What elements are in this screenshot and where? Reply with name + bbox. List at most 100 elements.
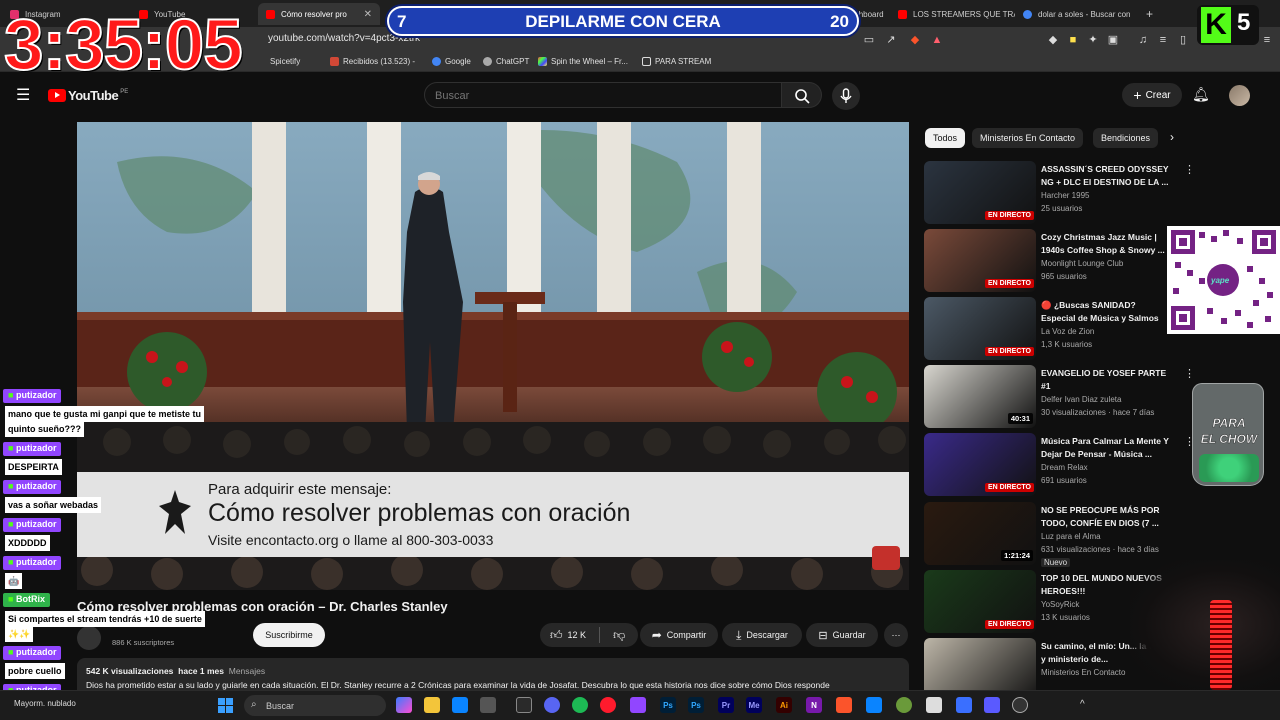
more-options-icon[interactable]: ⋮ xyxy=(1184,367,1195,380)
file-explorer-icon[interactable] xyxy=(424,697,440,713)
spotify-icon[interactable] xyxy=(572,697,588,713)
recommendation-channel[interactable]: Luz para el Alma xyxy=(1041,532,1101,541)
premiere-icon[interactable]: Pr xyxy=(718,697,734,713)
brave-icon[interactable] xyxy=(836,697,852,713)
save-button[interactable]: ⊟ Guardar xyxy=(806,623,878,647)
obs-icon[interactable] xyxy=(516,697,532,713)
goal-target: 20 xyxy=(830,12,849,31)
recommendation-channel[interactable]: YoSoyRick xyxy=(1041,600,1079,609)
screenshot-icon[interactable]: ▣ xyxy=(1106,33,1120,47)
store-icon[interactable] xyxy=(480,697,496,713)
avatar[interactable] xyxy=(1229,85,1250,106)
new-tab-button[interactable]: + xyxy=(1142,3,1162,25)
share-icon[interactable]: ↗ xyxy=(884,33,898,47)
recommendation-channel[interactable]: Delfer Ivan Diaz zuleta xyxy=(1041,395,1121,404)
recommendation-channel[interactable]: Harcher 1995 xyxy=(1041,191,1089,200)
recommendation-thumbnail[interactable]: EN DIRECTO xyxy=(924,161,1036,224)
recommendation-channel[interactable]: Moonlight Lounge Club xyxy=(1041,259,1123,268)
notepad-icon[interactable] xyxy=(926,697,942,713)
brave-shield-icon[interactable]: ◆ xyxy=(908,33,922,47)
chip-ministerios[interactable]: Ministerios En Contacto xyxy=(972,128,1084,148)
media-encoder-icon[interactable]: Me xyxy=(746,697,762,713)
recommendation-thumbnail[interactable]: EN DIRECTO xyxy=(924,570,1036,633)
recommendation-thumbnail[interactable]: EN DIRECTO xyxy=(924,297,1036,360)
copilot-icon[interactable] xyxy=(396,697,412,713)
channel-watermark-icon[interactable] xyxy=(872,546,900,570)
chevron-up-icon[interactable]: ^ xyxy=(1080,699,1085,710)
recommendation-channel[interactable]: La Voz de Zion xyxy=(1041,327,1094,336)
extension-icon[interactable]: ◆ xyxy=(1046,33,1060,47)
channel-avatar[interactable] xyxy=(77,626,101,650)
share-button[interactable]: ➦ Compartir xyxy=(640,623,718,647)
recommendation-channel[interactable]: Ministerios En Contacto xyxy=(1041,668,1125,677)
edge-icon[interactable] xyxy=(452,697,468,713)
photos-icon[interactable] xyxy=(866,697,882,713)
recommendation-item[interactable]: EN DIRECTO ASSASSIN´S CREED ODYSSEY NG + … xyxy=(924,161,1272,225)
chevron-right-icon[interactable]: › xyxy=(1170,130,1174,144)
opera-icon[interactable] xyxy=(600,697,616,713)
puzzle-icon[interactable]: ✦ xyxy=(1086,33,1100,47)
search-box[interactable] xyxy=(424,82,782,108)
settings-icon[interactable] xyxy=(1012,697,1028,713)
app-icon[interactable] xyxy=(956,697,972,713)
notifications-bell-icon[interactable]: 🔔︎ xyxy=(1192,86,1210,103)
menu-icon[interactable]: ≡ xyxy=(1260,33,1274,47)
hashtag-link[interactable]: Mensajes xyxy=(229,666,265,676)
twitch-icon[interactable] xyxy=(630,697,646,713)
more-actions-button[interactable]: ⋯ xyxy=(884,623,908,647)
bookmark-gmail[interactable]: Recibidos (13.523) - xyxy=(330,57,415,66)
taskbar-search[interactable]: ⌕ Buscar xyxy=(244,695,386,716)
recommendation-thumbnail[interactable]: EN DIRECTO xyxy=(924,433,1036,496)
recommendation-title[interactable]: NO SE PREOCUPE MÁS POR TODO, CONFÍE EN D… xyxy=(1041,504,1171,530)
reading-list-icon[interactable]: ≡ xyxy=(1156,33,1170,47)
more-options-icon[interactable]: ⋮ xyxy=(1184,163,1195,176)
search-input[interactable] xyxy=(435,88,765,104)
photoshop-icon[interactable]: Ps xyxy=(660,697,676,713)
chip-bendiciones[interactable]: Bendiciones xyxy=(1093,128,1159,148)
bookmark-google[interactable]: Google xyxy=(432,57,471,66)
search-button[interactable] xyxy=(782,82,822,108)
onenote-icon[interactable]: N xyxy=(806,697,822,713)
recommendation-title[interactable]: Música Para Calmar La Mente Y Dejar De P… xyxy=(1041,435,1171,461)
hamburger-menu-icon[interactable]: ☰ xyxy=(16,85,30,105)
app-icon[interactable] xyxy=(896,697,912,713)
recommendation-item[interactable]: 1:21:24 NO SE PREOCUPE MÁS POR TODO, CONF… xyxy=(924,502,1272,567)
download-button[interactable]: ⤓ Descargar xyxy=(722,623,802,647)
bookmark-spicetify[interactable]: Spicetify xyxy=(270,57,300,66)
sidebar-icon[interactable]: ▯ xyxy=(1176,33,1190,47)
weather-widget[interactable]: Mayorm. nublado xyxy=(14,699,76,708)
recommendation-thumbnail[interactable]: EN DIRECTO xyxy=(924,229,1036,292)
notes-extension-icon[interactable]: ■ xyxy=(1066,33,1080,47)
recommendation-title[interactable]: Cozy Christmas Jazz Music | 1940s Coffee… xyxy=(1041,231,1171,257)
bookmark-folder-stream[interactable]: PARA STREAM xyxy=(642,57,711,66)
create-button[interactable]: + Crear xyxy=(1122,83,1182,107)
music-icon[interactable]: ♫ xyxy=(1136,33,1150,47)
discord-icon[interactable] xyxy=(544,697,560,713)
voice-search-button[interactable] xyxy=(832,82,860,110)
tab-current-video[interactable]: Cómo resolver pro ✕ xyxy=(258,3,380,25)
brave-rewards-icon[interactable]: ▲ xyxy=(930,33,944,47)
windows-start-icon[interactable] xyxy=(218,698,233,713)
recommendation-channel[interactable]: Dream Relax xyxy=(1041,463,1088,472)
recommendation-title[interactable]: ASSASSIN´S CREED ODYSSEY NG + DLC El DES… xyxy=(1041,163,1171,189)
recommendation-thumbnail[interactable]: 1:21:24 xyxy=(924,502,1036,565)
photoshop-beta-icon[interactable]: Ps xyxy=(688,697,704,713)
illustrator-icon[interactable]: Ai xyxy=(776,697,792,713)
bookmark-spin-wheel[interactable]: Spin the Wheel – Fr... xyxy=(538,57,628,66)
chat-message: mano que te gusta mi ganpi que te metist… xyxy=(5,406,205,422)
tab-streamers[interactable]: LOS STREAMERS QUE TRA xyxy=(890,3,1015,25)
cast-icon[interactable]: ▭ xyxy=(862,33,876,47)
recommendation-title[interactable]: 🔴 ¿Buscas SANIDAD? Especial de Música y … xyxy=(1041,299,1171,325)
recommendation-thumbnail[interactable]: 40:31 xyxy=(924,365,1036,428)
close-tab-icon[interactable]: ✕ xyxy=(364,9,372,20)
bookmark-chatgpt[interactable]: ChatGPT xyxy=(483,57,529,66)
chip-todos[interactable]: Todos xyxy=(925,128,966,148)
like-button[interactable]: 👍︎ 12 K xyxy=(550,628,586,643)
subscribe-button[interactable]: Suscribirme xyxy=(253,623,325,647)
tab-dolar-soles[interactable]: dolar a soles - Buscar con xyxy=(1015,3,1140,25)
recommendation-title[interactable]: EVANGELIO DE YOSEF PARTE #1 xyxy=(1041,367,1171,393)
dislike-button[interactable]: 👎︎ xyxy=(613,628,625,643)
app-icon[interactable] xyxy=(984,697,1000,713)
youtube-logo[interactable]: YouTube PE xyxy=(48,88,128,103)
video-player[interactable]: Para adquirir este mensaje: Cómo resolve… xyxy=(77,122,909,590)
